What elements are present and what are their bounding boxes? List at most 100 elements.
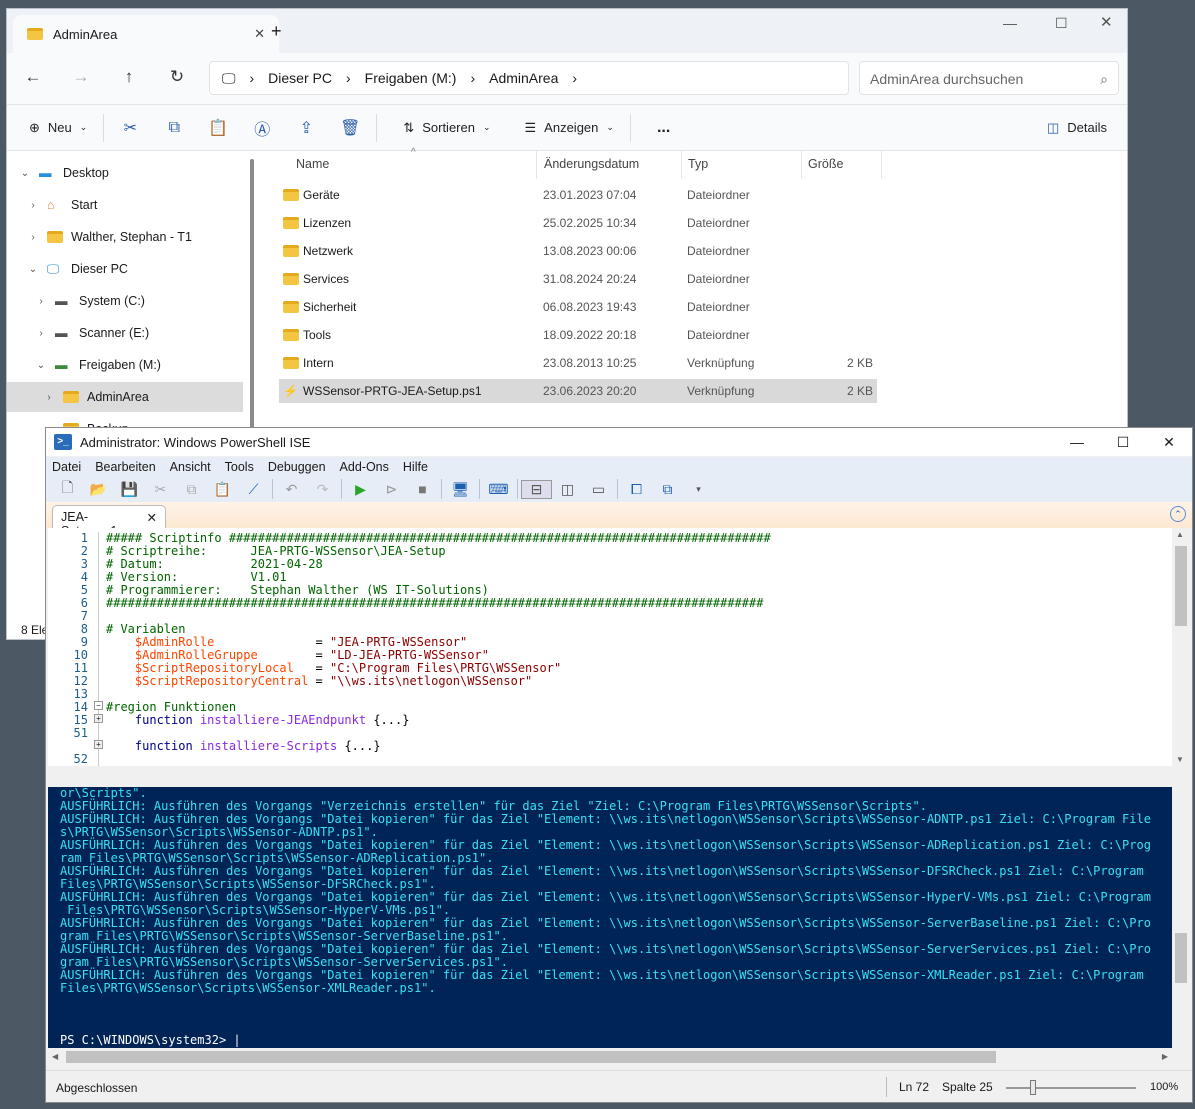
console-prompt[interactable]: PS C:\WINDOWS\system32> |	[60, 1034, 241, 1047]
editor-vertical-scrollbar[interactable]: ▲ ▼	[1172, 528, 1190, 766]
remote-tab-icon[interactable]: 🖥	[445, 481, 476, 498]
menu-hilfe[interactable]: Hilfe	[403, 460, 428, 474]
chevron-right-icon[interactable]: ›	[35, 328, 47, 339]
column-size[interactable]: Größe	[808, 157, 843, 171]
console-horizontal-scrollbar[interactable]: ◀ ▶	[48, 1048, 1172, 1066]
share-icon[interactable]: ⇪	[284, 118, 328, 138]
copy-icon[interactable]: ⧉	[152, 119, 196, 137]
tree-item[interactable]: › ▬ Scanner (E:)	[7, 318, 243, 348]
new-button[interactable]: ⊕ Neu ⌄	[17, 120, 99, 136]
tree-item[interactable]: › ⌂ Start	[7, 190, 243, 220]
file-row[interactable]: Intern 23.08.2013 10:25 Verknüpfung 2 KB	[279, 351, 877, 375]
menu-add-ons[interactable]: Add-Ons	[340, 460, 389, 474]
file-row[interactable]: ⚡ WSSensor-PRTG-JEA-Setup.ps1 23.06.2023 2…	[279, 379, 877, 403]
tree-item[interactable]: ⌄ ▬ Freigaben (M:)	[7, 350, 243, 380]
new-tab-button[interactable]: +	[271, 21, 282, 42]
menu-bearbeiten[interactable]: Bearbeiten	[95, 460, 155, 474]
collapse-region-icon[interactable]: −	[94, 701, 103, 710]
file-row[interactable]: Tools 18.09.2022 20:18 Dateiordner	[279, 323, 877, 347]
editor-horizontal-scrollbar[interactable]	[48, 766, 1172, 782]
layout-max-icon[interactable]: ▭	[583, 481, 614, 498]
new-file-icon[interactable]: 🗋	[52, 477, 83, 501]
breadcrumb[interactable]: 🖵 › Dieser PC › Freigaben (M:) › AdminArea ›	[209, 61, 849, 95]
chevron-down-icon[interactable]: ⌄	[19, 168, 31, 179]
tree-item[interactable]: ⌄ ▬ Desktop	[7, 158, 243, 188]
refresh-button[interactable]: ↻	[165, 67, 189, 91]
paste-icon[interactable]: 📋	[196, 118, 240, 138]
close-button[interactable]: ✕	[1146, 428, 1192, 456]
tree-item[interactable]: ⌄ 🖵 Dieser PC	[7, 254, 243, 284]
run-selection-icon[interactable]: ⊳	[376, 481, 407, 498]
tree-item[interactable]: › Walther, Stephan - T1	[7, 222, 243, 252]
chevron-down-icon[interactable]: ⌄	[27, 264, 39, 275]
details-button[interactable]: ◫ Details	[1035, 120, 1119, 136]
tree-item[interactable]: › AdminArea	[7, 382, 243, 412]
rename-icon[interactable]: Ⓐ	[240, 116, 284, 140]
zoom-slider-thumb[interactable]	[1030, 1080, 1037, 1095]
chevron-right-icon[interactable]: ›	[27, 232, 39, 243]
expand-function-icon[interactable]: +	[94, 714, 103, 723]
file-row[interactable]: Lizenzen 25.02.2025 10:34 Dateiordner	[279, 211, 877, 235]
view-button[interactable]: ☰ Anzeigen ⌄	[513, 120, 626, 136]
forward-button[interactable]: →	[69, 67, 93, 91]
tab-adminarea[interactable]: AdminArea ✕	[13, 15, 279, 53]
chevron-right-icon[interactable]: ›	[35, 296, 47, 307]
menu-ansicht[interactable]: Ansicht	[170, 460, 211, 474]
menu-debuggen[interactable]: Debuggen	[268, 460, 326, 474]
cut-icon[interactable]: ✂	[108, 118, 152, 138]
column-type[interactable]: Typ	[688, 157, 708, 171]
breadcrumb-item[interactable]: Dieser PC	[268, 70, 332, 86]
maximize-button[interactable]: ☐	[1055, 15, 1068, 32]
menu-tools[interactable]: Tools	[225, 460, 254, 474]
stop-icon[interactable]: ■	[407, 481, 438, 497]
close-button[interactable]: ✕	[1100, 13, 1113, 31]
file-row[interactable]: Services 31.08.2024 20:24 Dateiordner	[279, 267, 877, 291]
collapse-script-pane-icon[interactable]: ⌃	[1170, 506, 1186, 522]
layout-right-icon[interactable]: ◫	[552, 481, 583, 498]
search-input[interactable]: AdminArea durchsuchen ⌕	[859, 61, 1119, 95]
show-commands-icon[interactable]: ⧠	[621, 481, 652, 498]
sort-button[interactable]: ⇅ Sortieren ⌄	[391, 120, 502, 136]
console-vertical-scrollbar[interactable]	[1172, 787, 1190, 1048]
toolbar-overflow-icon[interactable]: ▾	[683, 484, 714, 495]
delete-icon[interactable]: 🗑	[328, 118, 372, 138]
zoom-slider[interactable]	[1006, 1087, 1136, 1089]
maximize-button[interactable]: ☐	[1100, 428, 1146, 456]
expand-function-icon[interactable]: +	[94, 740, 103, 749]
undo-icon[interactable]: ↶	[276, 481, 307, 498]
more-button[interactable]: ...	[645, 119, 682, 137]
column-date[interactable]: Änderungsdatum	[544, 157, 639, 171]
file-row[interactable]: Netzwerk 13.08.2023 00:06 Dateiordner	[279, 239, 877, 263]
close-tab-icon[interactable]: ✕	[254, 26, 265, 42]
save-icon[interactable]: 💾	[114, 481, 145, 498]
layout-top-icon[interactable]: ⊟	[521, 479, 552, 499]
copy-icon[interactable]: ⧉	[176, 481, 207, 498]
redo-icon[interactable]: ↷	[307, 481, 338, 498]
menu-datei[interactable]: Datei	[52, 460, 81, 474]
breadcrumb-item[interactable]: Freigaben (M:)	[365, 70, 457, 86]
sidebar-scrollbar[interactable]	[247, 159, 257, 439]
chevron-right-icon[interactable]: ›	[43, 392, 55, 403]
run-script-icon[interactable]: ▶	[345, 481, 376, 498]
breadcrumb-item[interactable]: AdminArea	[489, 70, 558, 86]
paste-icon[interactable]: 📋	[207, 481, 238, 498]
command-addon-icon[interactable]: ⧉	[652, 481, 683, 498]
up-button[interactable]: ↑	[117, 67, 141, 91]
chevron-down-icon[interactable]: ⌄	[35, 360, 47, 371]
tree-item[interactable]: › ▬ System (C:)	[7, 286, 243, 316]
file-row[interactable]: Geräte 23.01.2023 07:04 Dateiordner	[279, 183, 877, 207]
console-pane[interactable]: or\Scripts". AUSFÜHRLICH: Ausführen des V…	[48, 787, 1172, 1048]
powershell-console-icon[interactable]: ⌨	[483, 481, 514, 498]
minimize-button[interactable]: —	[1003, 15, 1017, 31]
minimize-button[interactable]: —	[1054, 428, 1100, 456]
back-button[interactable]: ←	[21, 67, 45, 91]
cut-icon[interactable]: ✂	[145, 481, 176, 498]
open-folder-icon[interactable]: 📂	[83, 481, 114, 498]
clear-console-icon[interactable]: ⟋	[238, 481, 269, 498]
chevron-right-icon[interactable]: ›	[27, 200, 39, 211]
column-name[interactable]: Name	[296, 157, 329, 171]
tab-jea-setup[interactable]: JEA-Setup.ps1 ✕	[52, 505, 166, 538]
file-row[interactable]: Sicherheit 06.08.2023 19:43 Dateiordner	[279, 295, 877, 319]
close-tab-icon[interactable]: ✕	[147, 510, 157, 525]
script-editor[interactable]: 123456789101112131415515263 − + + ##### …	[48, 528, 1172, 766]
